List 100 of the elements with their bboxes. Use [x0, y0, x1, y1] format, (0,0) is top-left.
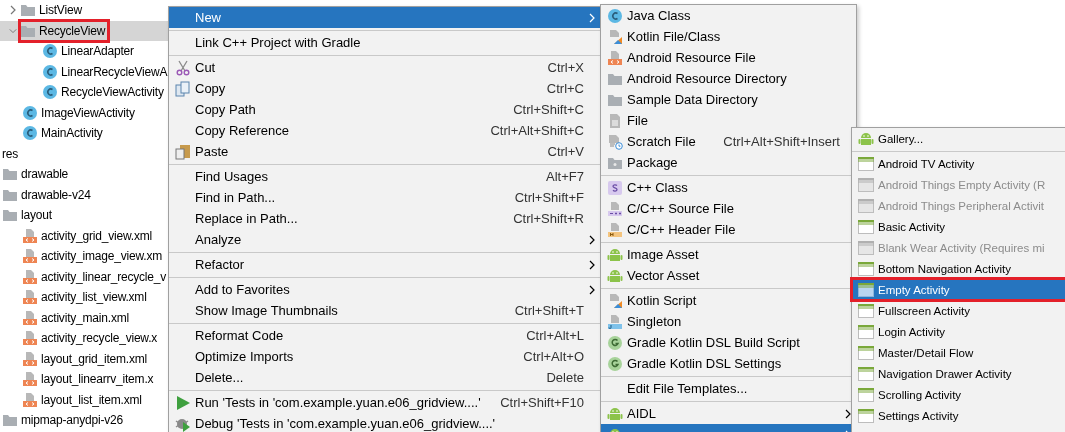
- menu-item[interactable]: Show Image Thumbnails Ctrl+Shift+T: [169, 300, 600, 321]
- tree-row[interactable]: activity_main.xml: [0, 307, 168, 328]
- menu-item[interactable]: Cut Ctrl+X: [169, 57, 600, 78]
- android-icon: [607, 246, 623, 263]
- tree-row[interactable]: res: [0, 143, 168, 164]
- tree-item-label: activity_recycle_view.x: [41, 331, 158, 346]
- tree-item-label: layout_grid_item.xml: [41, 351, 148, 366]
- menu-item[interactable]: Empty Activity: [852, 279, 1065, 300]
- tree-item-label: activity_list_view.xml: [41, 290, 147, 305]
- xml-file-icon: [22, 330, 38, 347]
- class-icon: [42, 43, 58, 60]
- kotlin-file-icon: [607, 292, 623, 309]
- tree-item-label: activity_grid_view.xml: [41, 228, 152, 243]
- menu-item[interactable]: Kotlin Script: [601, 290, 856, 311]
- android-icon: [607, 267, 623, 284]
- shortcut-text: Alt+F7: [546, 169, 584, 184]
- tree-row[interactable]: activity_grid_view.xml: [0, 225, 168, 246]
- tree-item-label: drawable-v24: [21, 187, 91, 202]
- cpp-class-icon: [607, 179, 623, 196]
- tree-row[interactable]: RecycleViewActivity: [0, 82, 168, 103]
- tree-item-label: mipmap-anydpi-v26: [21, 413, 123, 428]
- menu-item[interactable]: Run 'Tests in 'com.example.yuan.e06_gridview....' Ctrl+Shift+F10: [169, 392, 600, 413]
- xml-file-icon: [22, 289, 38, 306]
- tree-row[interactable]: layout_grid_item.xml: [0, 348, 168, 369]
- menu-item[interactable]: Link C++ Project with Gradle: [169, 32, 600, 53]
- tree-row[interactable]: activity_recycle_view.x: [0, 328, 168, 349]
- tree-row[interactable]: LinearAdapter: [0, 41, 168, 62]
- xml-file-icon: [22, 248, 38, 265]
- class-icon: [42, 63, 58, 80]
- tree-item-label: RecycleView: [39, 23, 106, 38]
- menu-item[interactable]: Find in Path... Ctrl+Shift+F: [169, 187, 600, 208]
- menu-item[interactable]: Paste Ctrl+V: [169, 141, 600, 162]
- menu-item[interactable]: File: [601, 110, 856, 131]
- menu-item[interactable]: Copy Reference Ctrl+Alt+Shift+C: [169, 120, 600, 141]
- tree-item-label: res: [2, 146, 19, 161]
- menu-item[interactable]: Android Resource File: [601, 47, 856, 68]
- tree-row[interactable]: mipmap-anydpi-v26: [0, 410, 168, 431]
- copy-icon: [175, 80, 191, 97]
- file-icon: [607, 112, 623, 129]
- xml-file-icon: [22, 391, 38, 408]
- gradle-icon: [607, 334, 623, 351]
- tree-row[interactable]: activity_linear_recycle_v: [0, 266, 168, 287]
- menu-item[interactable]: C++ Class: [601, 177, 856, 198]
- activity-template-icon: [858, 177, 874, 192]
- activity-template-icon: [858, 387, 874, 402]
- android-icon: [607, 405, 623, 422]
- gradle-icon: [607, 355, 623, 372]
- menu-item[interactable]: Reformat Code Ctrl+Alt+L: [169, 325, 600, 346]
- tree-row[interactable]: layout_list_item.xml: [0, 389, 168, 410]
- tree-item-label: LinearAdapter: [61, 44, 134, 59]
- menu-item[interactable]: Java Class: [601, 5, 856, 26]
- shortcut-text: Delete: [546, 370, 584, 385]
- menu-item[interactable]: Android TV Activity: [852, 153, 1065, 174]
- menu-item[interactable]: Copy Ctrl+C: [169, 78, 600, 99]
- activity-template-icon: [858, 303, 874, 318]
- tree-item-label: drawable: [21, 167, 69, 182]
- tree-row[interactable]: layout: [0, 205, 168, 226]
- activity-template-icon: [858, 198, 874, 213]
- activity-template-icon: [858, 408, 874, 423]
- menu-item[interactable]: Add to Favorites: [169, 279, 600, 300]
- tree-row[interactable]: layout_linearrv_item.x: [0, 369, 168, 390]
- menu-item[interactable]: New: [169, 7, 600, 28]
- shortcut-text: Ctrl+Alt+Shift+C: [490, 123, 584, 138]
- menu-item[interactable]: Refactor: [169, 254, 600, 275]
- folder-icon: [2, 166, 18, 183]
- tree-row[interactable]: ListView: [0, 0, 168, 21]
- folder-icon: [20, 2, 36, 19]
- tree-row[interactable]: LinearRecycleViewA: [0, 61, 168, 82]
- menu-item[interactable]: Kotlin File/Class: [601, 26, 856, 47]
- menu-item[interactable]: Find Usages Alt+F7: [169, 166, 600, 187]
- tree-row[interactable]: drawable: [0, 164, 168, 185]
- menu-item[interactable]: Android Resource Directory: [601, 68, 856, 89]
- paste-icon: [175, 143, 191, 160]
- menu-item[interactable]: Optimize Imports Ctrl+Alt+O: [169, 346, 600, 367]
- activity-template-icon: [858, 345, 874, 360]
- shortcut-text: Ctrl+Shift+C: [513, 102, 584, 117]
- menu-item[interactable]: Debug 'Tests in 'com.example.yuan.e06_gridview....': [169, 413, 600, 432]
- class-icon: [22, 104, 38, 121]
- tree-item-label: ImageViewActivity: [41, 105, 135, 120]
- menu-item[interactable]: Analyze: [169, 229, 600, 250]
- tree-row[interactable]: MainActivity: [0, 123, 168, 144]
- menu-item[interactable]: Sample Data Directory: [601, 89, 856, 110]
- tree-row[interactable]: activity_image_view.xm: [0, 246, 168, 267]
- tree-item-label: activity_main.xml: [41, 310, 129, 325]
- shortcut-text: Ctrl+Shift+R: [513, 211, 584, 226]
- menu-item[interactable]: Replace in Path... Ctrl+Shift+R: [169, 208, 600, 229]
- kotlin-file-icon: [607, 28, 623, 45]
- tree-item-label: activity_image_view.xm: [41, 249, 162, 264]
- tree-item-label: MainActivity: [41, 126, 103, 141]
- menu-item[interactable]: Delete... Delete: [169, 367, 600, 388]
- tree-row[interactable]: drawable-v24: [0, 184, 168, 205]
- header-file-icon: [607, 221, 623, 238]
- tree-row[interactable]: ImageViewActivity: [0, 102, 168, 123]
- shortcut-text: Ctrl+Shift+F: [514, 190, 584, 205]
- shortcut-text: Ctrl+X: [547, 60, 584, 75]
- android-icon: [858, 130, 874, 147]
- tree-row[interactable]: activity_list_view.xml: [0, 287, 168, 308]
- menu-item[interactable]: Copy Path Ctrl+Shift+C: [169, 99, 600, 120]
- activity-template-icon: [858, 156, 874, 171]
- tree-row[interactable]: RecycleView: [0, 20, 168, 41]
